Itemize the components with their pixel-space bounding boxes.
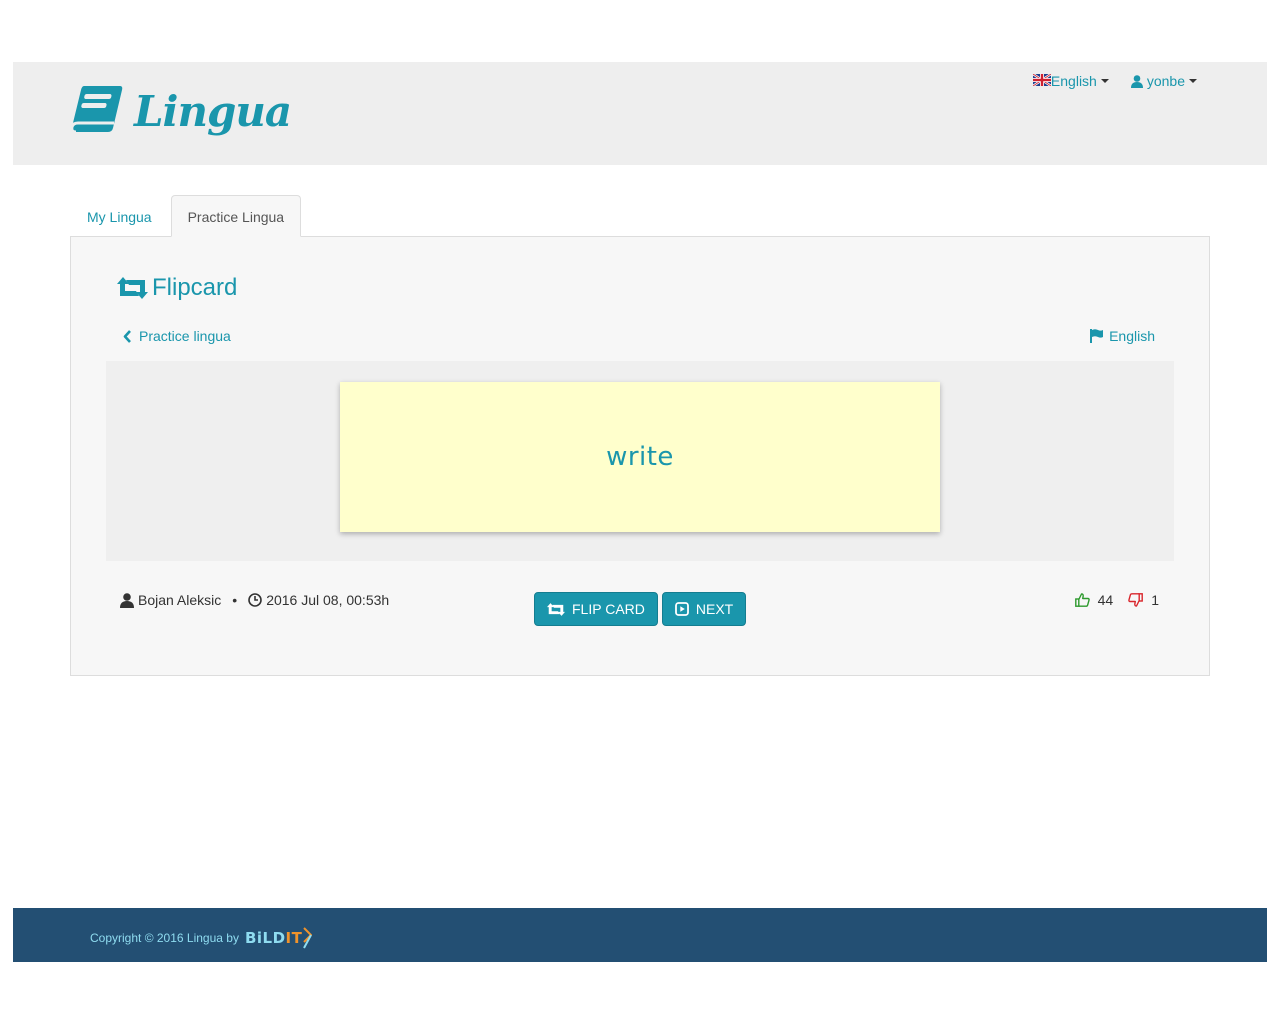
bildit-text-part2: IT bbox=[285, 929, 303, 947]
meta-separator: • bbox=[232, 592, 238, 608]
user-icon bbox=[1130, 74, 1143, 88]
user-dropdown[interactable]: yonbe bbox=[1130, 73, 1197, 89]
user-label: yonbe bbox=[1146, 73, 1185, 89]
logo-text: Lingua bbox=[134, 86, 292, 136]
copyright-text: Copyright © 2016 Lingua by bbox=[90, 931, 239, 945]
flipcard[interactable]: write bbox=[340, 382, 940, 532]
uk-flag-icon bbox=[1032, 73, 1052, 89]
language-label: English bbox=[1050, 73, 1097, 89]
card-meta: Bojan Aleksic • 2016 Jul 08, 00:53h bbox=[120, 592, 389, 608]
page-title: Flipcard bbox=[117, 274, 237, 302]
flag-icon bbox=[1090, 329, 1104, 343]
chevron-left-icon bbox=[123, 329, 132, 343]
user-icon bbox=[120, 592, 138, 608]
card-area: write bbox=[106, 361, 1174, 561]
tab-my-lingua[interactable]: My Lingua bbox=[70, 195, 169, 237]
retweet-icon bbox=[117, 277, 152, 299]
footer: Copyright © 2016 Lingua by BiLD IT bbox=[13, 908, 1267, 962]
tabs: My Lingua Practice Lingua bbox=[70, 195, 302, 237]
footer-content: Copyright © 2016 Lingua by BiLD IT bbox=[90, 927, 313, 949]
votes: 44 1 bbox=[1074, 592, 1159, 608]
tab-practice-lingua[interactable]: Practice Lingua bbox=[170, 195, 302, 237]
logo[interactable]: Lingua bbox=[70, 84, 292, 139]
flip-card-button[interactable]: FLIP CARD bbox=[534, 592, 658, 626]
caret-down-icon bbox=[1189, 79, 1197, 83]
next-button[interactable]: NEXT bbox=[661, 592, 747, 626]
book-icon bbox=[70, 84, 124, 139]
header: Lingua English yonbe bbox=[13, 62, 1267, 165]
next-label: NEXT bbox=[695, 601, 734, 617]
dislike-count: 1 bbox=[1151, 592, 1159, 608]
flipcard-panel: Flipcard Practice lingua English write B… bbox=[70, 236, 1210, 676]
header-nav: English yonbe bbox=[1032, 73, 1197, 89]
back-to-practice-link[interactable]: Practice lingua bbox=[123, 328, 231, 344]
play-square-icon bbox=[674, 602, 689, 616]
like-count: 44 bbox=[1097, 592, 1114, 608]
flip-card-label: FLIP CARD bbox=[572, 601, 645, 617]
card-word: write bbox=[606, 442, 674, 472]
card-timestamp: 2016 Jul 08, 00:53h bbox=[266, 592, 390, 608]
dislike-button[interactable]: 1 bbox=[1128, 592, 1159, 608]
thumbs-up-icon bbox=[1074, 593, 1090, 607]
chevron-right-icon bbox=[303, 927, 313, 949]
card-language-link[interactable]: English bbox=[1090, 328, 1155, 344]
card-language-label: English bbox=[1109, 328, 1155, 344]
bildit-logo[interactable]: BiLD IT bbox=[244, 927, 313, 949]
like-button[interactable]: 44 bbox=[1074, 592, 1114, 608]
language-dropdown[interactable]: English bbox=[1032, 73, 1109, 89]
caret-down-icon bbox=[1100, 79, 1109, 83]
page-title-text: Flipcard bbox=[152, 274, 238, 301]
retweet-icon bbox=[547, 602, 565, 616]
bildit-text-part1: BiLD bbox=[244, 929, 286, 947]
clock-icon bbox=[248, 593, 266, 607]
author-name: Bojan Aleksic bbox=[138, 592, 222, 608]
card-actions: FLIP CARD NEXT bbox=[534, 592, 747, 626]
back-link-label: Practice lingua bbox=[139, 328, 231, 344]
thumbs-down-icon bbox=[1128, 593, 1144, 607]
